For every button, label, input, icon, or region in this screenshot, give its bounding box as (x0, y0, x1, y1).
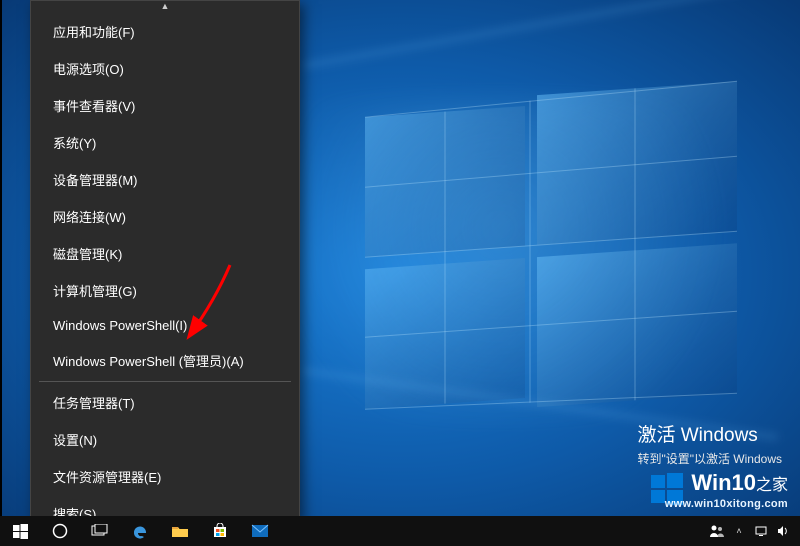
network-icon (754, 524, 768, 538)
menu-powershell[interactable]: Windows PowerShell(I) (31, 309, 299, 342)
people-icon (708, 524, 726, 538)
mail-icon (251, 524, 269, 538)
site-watermark: Win10之家 www.win10xitong.com (649, 470, 788, 508)
activation-title: 激活 Windows (637, 422, 782, 451)
winx-context-menu: ▲ 应用和功能(F) 电源选项(O) 事件查看器(V) 系统(Y) 设备管理器(… (30, 0, 300, 520)
taskbar-edge[interactable] (120, 516, 160, 546)
menu-file-explorer[interactable]: 文件资源管理器(E) (31, 458, 299, 495)
menu-separator (39, 381, 291, 382)
light-ray (303, 0, 777, 70)
menu-computer-mgmt[interactable]: 计算机管理(G) (31, 272, 299, 309)
volume-icon (776, 524, 790, 538)
menu-body: 应用和功能(F) 电源选项(O) 事件查看器(V) 系统(Y) 设备管理器(M)… (31, 11, 299, 534)
menu-event-viewer[interactable]: 事件查看器(V) (31, 87, 299, 124)
menu-task-manager[interactable]: 任务管理器(T) (31, 384, 299, 421)
tray-volume[interactable] (772, 516, 794, 546)
system-tray: ˄ (706, 516, 800, 546)
watermark-text-sub: 之家 (756, 477, 788, 494)
task-view-button[interactable] (80, 516, 120, 546)
menu-network[interactable]: 网络连接(W) (31, 198, 299, 235)
menu-system[interactable]: 系统(Y) (31, 124, 299, 161)
taskbar-mail[interactable] (240, 516, 280, 546)
taskbar-store[interactable] (200, 516, 240, 546)
watermark-text-main: Win10 (691, 470, 756, 495)
folder-icon (171, 524, 189, 538)
task-view-icon (91, 524, 109, 538)
menu-settings[interactable]: 设置(N) (31, 421, 299, 458)
menu-scroll-up[interactable]: ▲ (31, 1, 299, 11)
store-icon (212, 523, 228, 539)
watermark-url: www.win10xitong.com (665, 498, 788, 510)
menu-disk-mgmt[interactable]: 磁盘管理(K) (31, 235, 299, 272)
activation-watermark: 激活 Windows 转到"设置"以激活 Windows (637, 422, 782, 469)
menu-power-options[interactable]: 电源选项(O) (31, 50, 299, 87)
windows-icon (13, 524, 28, 539)
menu-device-manager[interactable]: 设备管理器(M) (31, 161, 299, 198)
left-border (0, 0, 2, 520)
edge-icon (131, 522, 149, 540)
tray-network[interactable] (750, 516, 772, 546)
cortana-icon (52, 523, 68, 539)
taskbar-explorer[interactable] (160, 516, 200, 546)
activation-subtitle: 转到"设置"以激活 Windows (637, 450, 782, 468)
desktop: ▲ 应用和功能(F) 电源选项(O) 事件查看器(V) 系统(Y) 设备管理器(… (0, 0, 800, 546)
tray-overflow[interactable]: ˄ (728, 516, 750, 546)
wallpaper-windows-logo (325, 60, 790, 460)
people-button[interactable] (706, 516, 728, 546)
start-button[interactable] (0, 516, 40, 546)
menu-powershell-admin[interactable]: Windows PowerShell (管理员)(A) (31, 342, 299, 379)
menu-apps-features[interactable]: 应用和功能(F) (31, 13, 299, 50)
cortana-button[interactable] (40, 516, 80, 546)
wallpaper-glow (300, 100, 800, 420)
taskbar: ˄ (0, 516, 800, 546)
